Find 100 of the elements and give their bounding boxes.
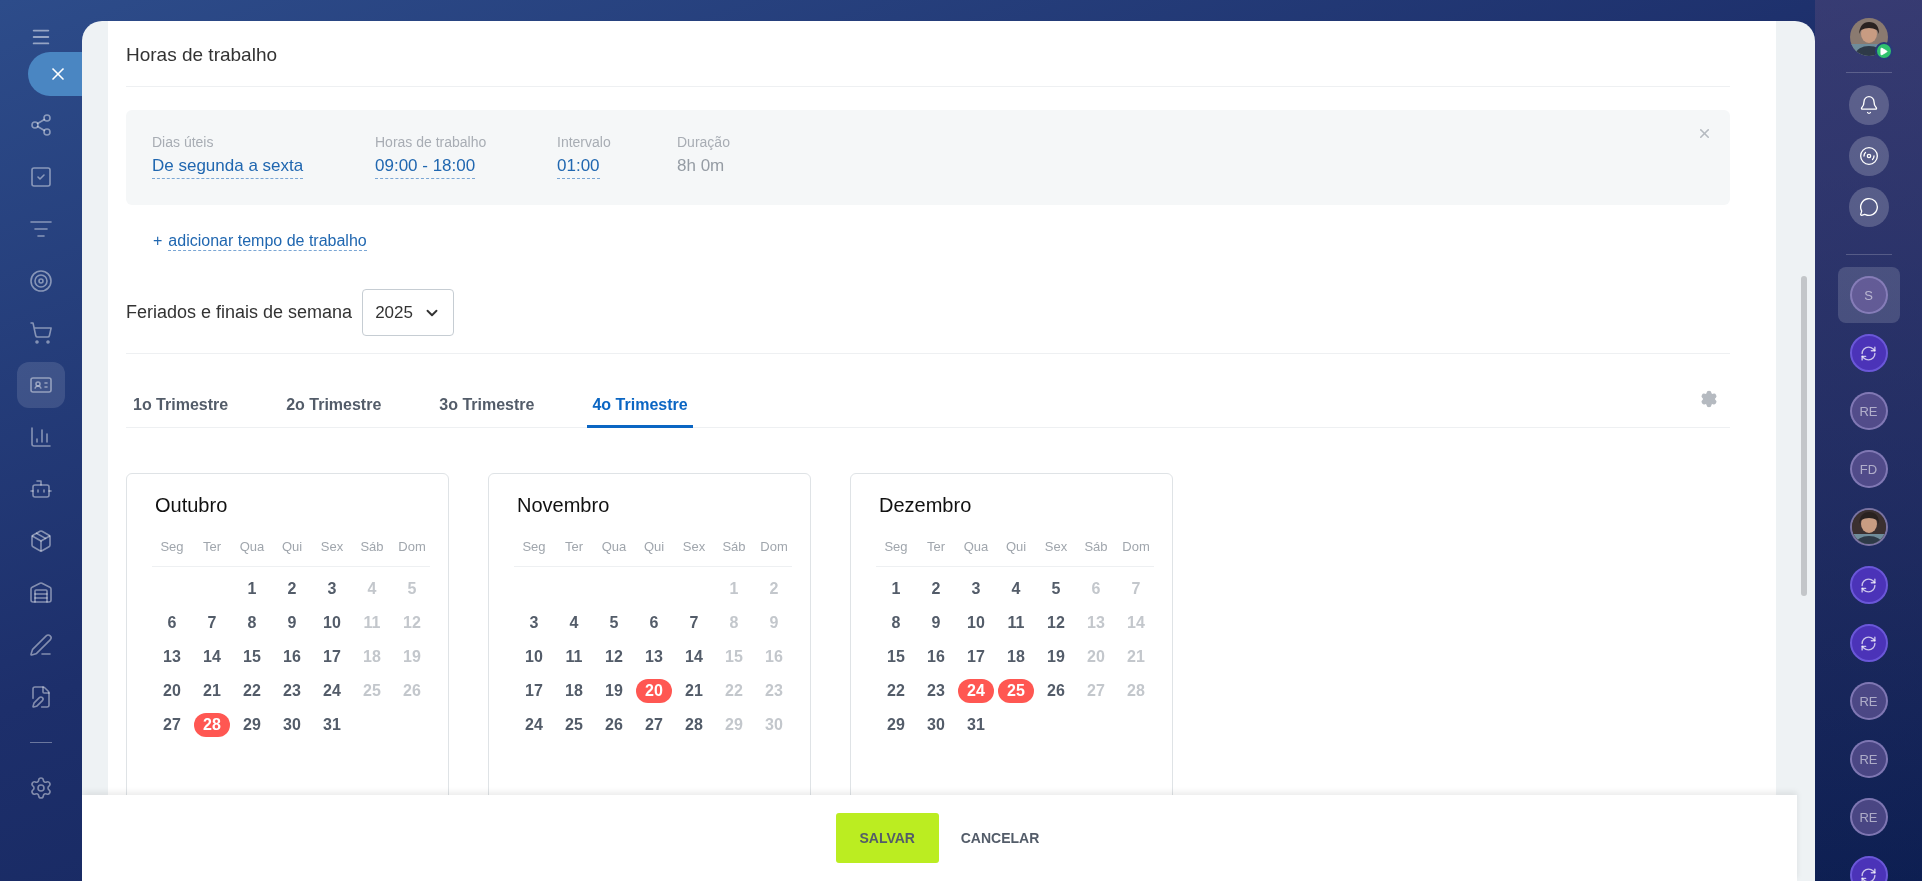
weekday-label: Seg bbox=[159, 539, 185, 554]
calendar-day[interactable]: 14 bbox=[194, 645, 230, 669]
calendar-day[interactable]: 22 bbox=[234, 679, 270, 703]
calendar-day[interactable]: 15 bbox=[234, 645, 270, 669]
chat-avatar[interactable]: RE bbox=[1849, 392, 1888, 430]
cancel-button[interactable]: CANCELAR bbox=[956, 830, 1044, 846]
calendar-day[interactable]: 13 bbox=[154, 645, 190, 669]
calendar-day[interactable]: 15 bbox=[878, 645, 914, 669]
chat-avatar[interactable] bbox=[1849, 508, 1888, 546]
calendar-day[interactable]: 13 bbox=[636, 645, 672, 669]
calendar-day[interactable]: 1 bbox=[234, 577, 270, 601]
add-time-link[interactable]: adicionar tempo de trabalho bbox=[168, 231, 367, 251]
chat-slot[interactable]: RE bbox=[1837, 673, 1900, 729]
calendar-day[interactable]: 27 bbox=[154, 713, 190, 737]
disc-button[interactable] bbox=[1848, 136, 1889, 176]
calendar-day[interactable]: 16 bbox=[274, 645, 310, 669]
channel-avatar[interactable] bbox=[1849, 624, 1888, 662]
calendar-day[interactable]: 26 bbox=[1038, 679, 1074, 703]
calendar-day[interactable]: 7 bbox=[194, 611, 230, 635]
calendar-day[interactable]: 6 bbox=[154, 611, 190, 635]
chat-avatar[interactable]: RE bbox=[1849, 682, 1888, 720]
calendar-day[interactable]: 8 bbox=[878, 611, 914, 635]
calendar-day[interactable]: 14 bbox=[676, 645, 712, 669]
chat-slot[interactable]: RE bbox=[1837, 383, 1900, 439]
chat-avatar[interactable]: FD bbox=[1849, 450, 1888, 488]
calendar-day[interactable]: 25 bbox=[556, 713, 592, 737]
calendar-day[interactable]: 11 bbox=[998, 611, 1034, 635]
calendar-day[interactable]: 17 bbox=[958, 645, 994, 669]
calendar-day[interactable]: 6 bbox=[636, 611, 672, 635]
calendar-day[interactable]: 19 bbox=[596, 679, 632, 703]
bar-chart-icon bbox=[29, 425, 53, 449]
calendar-day[interactable]: 3 bbox=[516, 611, 552, 635]
scrollbar[interactable] bbox=[1801, 276, 1807, 596]
calendar-day[interactable]: 9 bbox=[274, 611, 310, 635]
calendar-day[interactable]: 24 bbox=[314, 679, 350, 703]
calendar-day[interactable]: 23 bbox=[274, 679, 310, 703]
calendar-day[interactable]: 22 bbox=[878, 679, 914, 703]
chat-slot[interactable]: RE bbox=[1837, 789, 1900, 845]
chat-slot[interactable]: RE bbox=[1837, 731, 1900, 787]
settings-icon[interactable] bbox=[1700, 390, 1718, 408]
calendar-day[interactable]: 18 bbox=[556, 679, 592, 703]
notifications-button[interactable] bbox=[1848, 85, 1889, 125]
calendar-day[interactable]: 4 bbox=[998, 577, 1034, 601]
calendar-day[interactable]: 31 bbox=[958, 713, 994, 737]
calendar-day[interactable]: 3 bbox=[958, 577, 994, 601]
chat-button[interactable] bbox=[1848, 187, 1889, 227]
calendar-day[interactable]: 10 bbox=[314, 611, 350, 635]
close-button[interactable] bbox=[28, 52, 82, 96]
calendar-day[interactable]: 7 bbox=[676, 611, 712, 635]
channel-avatar[interactable] bbox=[1849, 566, 1888, 604]
calendar-day[interactable]: 30 bbox=[274, 713, 310, 737]
bell-icon bbox=[1858, 95, 1879, 115]
calendar-day[interactable]: 21 bbox=[194, 679, 230, 703]
save-button[interactable]: SALVAR bbox=[835, 813, 939, 863]
calendar-day[interactable]: 31 bbox=[314, 713, 350, 737]
calendar-day[interactable]: 10 bbox=[516, 645, 552, 669]
calendar-day[interactable]: 30 bbox=[918, 713, 954, 737]
calendar-day[interactable]: 3 bbox=[314, 577, 350, 601]
calendar-day[interactable]: 23 bbox=[918, 679, 954, 703]
quarter-tab[interactable]: 4o Trimestre bbox=[587, 396, 693, 428]
calendar-day[interactable]: 19 bbox=[1038, 645, 1074, 669]
calendar-day[interactable]: 2 bbox=[918, 577, 954, 601]
calendar-day[interactable]: 12 bbox=[1038, 611, 1074, 635]
chat-avatar[interactable]: RE bbox=[1849, 740, 1888, 778]
calendar-day[interactable]: 5 bbox=[1038, 577, 1074, 601]
calendar-day[interactable]: 20 bbox=[154, 679, 190, 703]
calendar-day[interactable]: 24 bbox=[516, 713, 552, 737]
quarter-tab[interactable]: 3o Trimestre bbox=[434, 396, 540, 428]
calendar-day[interactable]: 17 bbox=[516, 679, 552, 703]
field-link[interactable]: De segunda a sexta bbox=[152, 156, 304, 179]
nav-item[interactable] bbox=[17, 362, 65, 408]
calendar-day[interactable]: 17 bbox=[314, 645, 350, 669]
calendar-day[interactable]: 2 bbox=[274, 577, 310, 601]
quarter-tab[interactable]: 2o Trimestre bbox=[281, 396, 387, 428]
calendar-day[interactable]: 12 bbox=[596, 645, 632, 669]
calendar-day[interactable]: 26 bbox=[596, 713, 632, 737]
weekday-label: Qua bbox=[600, 539, 628, 554]
chat-slot[interactable]: FD bbox=[1837, 441, 1900, 497]
weekday-label: Ter bbox=[201, 539, 223, 554]
channel-avatar[interactable] bbox=[1849, 334, 1888, 372]
calendar-day[interactable]: 1 bbox=[878, 577, 914, 601]
quarter-tab[interactable]: 1o Trimestre bbox=[128, 396, 234, 428]
calendar-day[interactable]: 4 bbox=[556, 611, 592, 635]
calendar-day[interactable]: 16 bbox=[918, 645, 954, 669]
calendar-day[interactable]: 9 bbox=[918, 611, 954, 635]
calendar-day[interactable]: 21 bbox=[676, 679, 712, 703]
calendar-day[interactable]: 18 bbox=[998, 645, 1034, 669]
year-select[interactable]: 2025 bbox=[362, 289, 455, 336]
calendar-day[interactable]: 11 bbox=[556, 645, 592, 669]
calendar-day[interactable]: 10 bbox=[958, 611, 994, 635]
calendar-day[interactable]: 28 bbox=[676, 713, 712, 737]
field-link[interactable]: 01:00 bbox=[557, 156, 600, 179]
calendar-day[interactable]: 8 bbox=[234, 611, 270, 635]
calendar-day[interactable]: 27 bbox=[636, 713, 672, 737]
calendar-day[interactable]: 29 bbox=[878, 713, 914, 737]
weekday-label: Qui bbox=[1004, 539, 1028, 554]
calendar-day[interactable]: 5 bbox=[596, 611, 632, 635]
chat-avatar[interactable]: RE bbox=[1849, 798, 1888, 836]
field-link[interactable]: 09:00 - 18:00 bbox=[375, 156, 476, 179]
calendar-day[interactable]: 29 bbox=[234, 713, 270, 737]
